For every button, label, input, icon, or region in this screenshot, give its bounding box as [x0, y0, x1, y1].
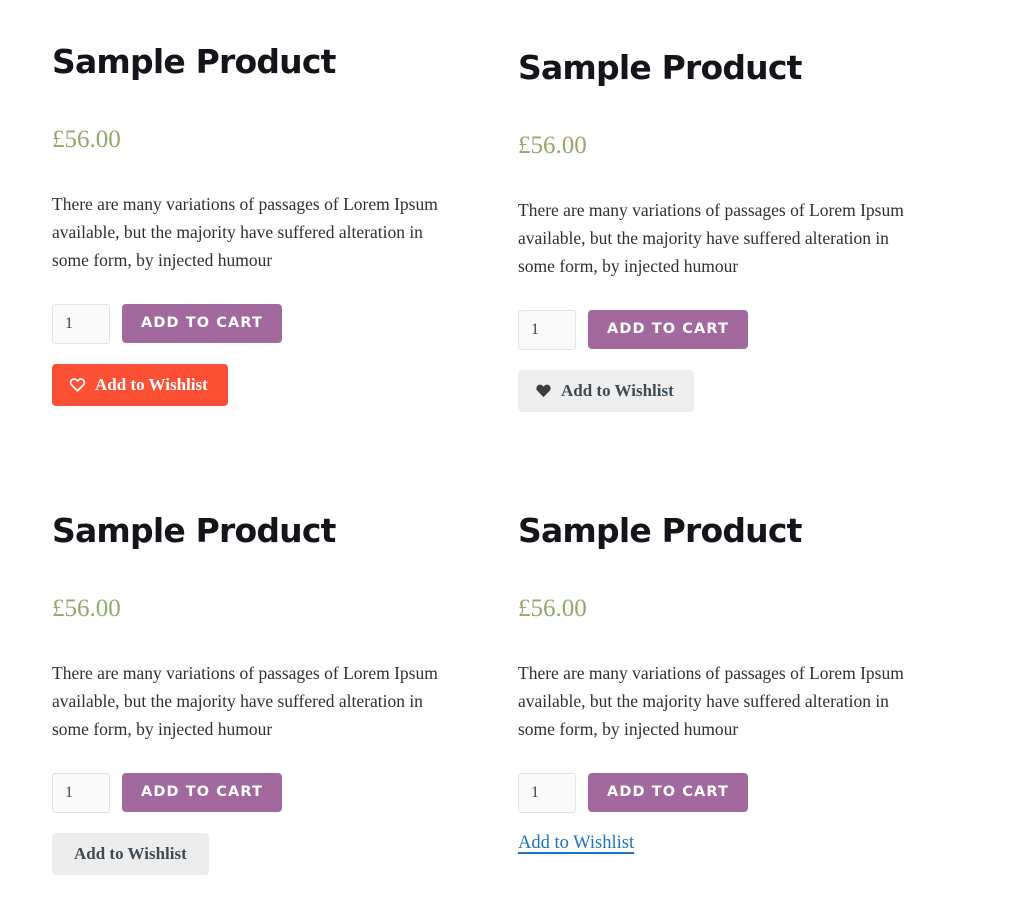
add-to-cart-row: ADD TO CART [518, 309, 1022, 350]
add-to-wishlist-label: Add to Wishlist [518, 832, 635, 853]
product-description: There are many variations of passages of… [518, 199, 904, 276]
add-to-wishlist-link[interactable]: Add to Wishlist [518, 833, 634, 854]
heart-filled-icon [535, 383, 552, 398]
wishlist-area: Add to Wishlist [518, 369, 1022, 412]
product-card-4: Sample Product £56.00 There are many var… [0, 470, 1022, 917]
add-to-cart-row: ADD TO CART [518, 772, 1022, 813]
quantity-input[interactable] [518, 309, 576, 350]
product-grid: Sample Product £56.00 There are many var… [0, 0, 1022, 917]
product-card-2: Sample Product £56.00 There are many var… [0, 0, 1022, 470]
quantity-input[interactable] [518, 772, 576, 813]
add-to-cart-button[interactable]: ADD TO CART [588, 772, 748, 812]
product-price: £56.00 [518, 594, 587, 622]
add-to-wishlist-button[interactable]: Add to Wishlist [518, 369, 694, 412]
wishlist-area: Add to Wishlist [518, 833, 1022, 854]
add-to-wishlist-label: Add to Wishlist [561, 380, 674, 400]
product-title: Sample Product [518, 511, 802, 550]
product-description: There are many variations of passages of… [518, 662, 904, 739]
product-price: £56.00 [518, 131, 587, 159]
product-title: Sample Product [518, 48, 802, 87]
add-to-cart-button[interactable]: ADD TO CART [588, 309, 748, 349]
